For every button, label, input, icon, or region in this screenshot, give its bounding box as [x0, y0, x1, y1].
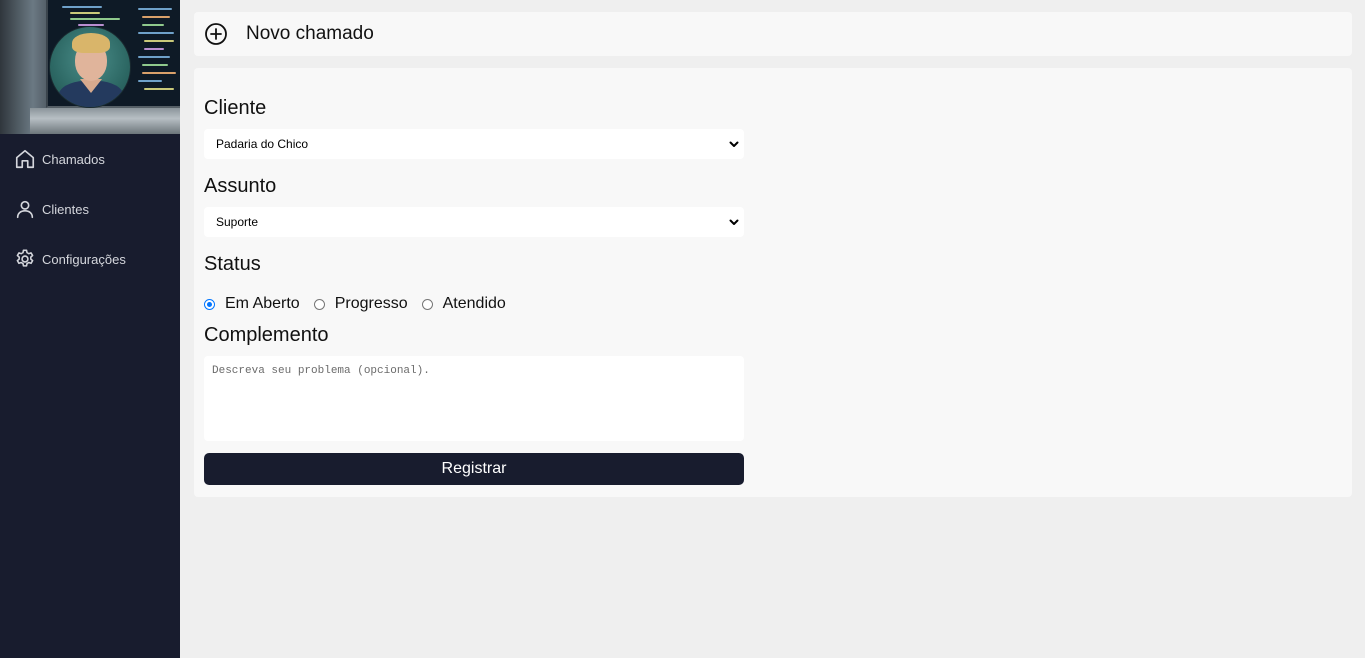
sidebar-item-label: Clientes — [42, 201, 89, 217]
sidebar-item-configuracoes[interactable]: Configurações — [0, 244, 180, 274]
cliente-label: Cliente — [204, 97, 267, 119]
status-label: Status — [204, 253, 261, 275]
sidebar-banner — [0, 0, 180, 134]
radio-label: Progresso — [334, 295, 408, 312]
complemento-placeholder: Descreva seu problema (opcional). — [212, 365, 430, 377]
radio-button[interactable] — [421, 298, 433, 310]
radio-label: Atendido — [442, 295, 506, 312]
complemento-label: Complemento — [204, 324, 329, 346]
cliente-select[interactable]: Padaria do Chico — [204, 129, 744, 159]
home-icon — [15, 149, 35, 169]
radio-button-checked[interactable] — [204, 298, 215, 310]
page-header: Novo chamado — [194, 12, 1352, 56]
sidebar-item-chamados[interactable]: Chamados — [0, 144, 180, 174]
assunto-select[interactable]: Suporte — [204, 207, 744, 237]
assunto-selected-value: Suporte — [216, 215, 259, 229]
chevron-down-icon — [729, 141, 739, 147]
avatar[interactable] — [49, 26, 131, 108]
sidebar-nav: Chamados Clientes Configurações — [0, 144, 180, 274]
registrar-button[interactable]: Registrar — [204, 453, 744, 485]
sidebar-item-label: Chamados — [42, 151, 105, 167]
sidebar: Chamados Clientes Configurações — [0, 0, 180, 658]
status-radio-group: Em Aberto Progresso Atendido — [204, 292, 1342, 316]
radio-label: Em Aberto — [225, 295, 300, 312]
status-radio-progresso[interactable]: Progresso — [313, 295, 408, 313]
status-radio-atendido[interactable]: Atendido — [421, 295, 506, 313]
complemento-textarea[interactable]: Descreva seu problema (opcional). — [204, 356, 744, 441]
status-radio-em-aberto[interactable]: Em Aberto — [204, 295, 300, 313]
gear-icon — [16, 249, 34, 267]
user-icon — [16, 200, 34, 219]
chevron-down-icon — [729, 219, 739, 225]
page-title: Novo chamado — [246, 23, 374, 44]
assunto-label: Assunto — [204, 175, 277, 197]
sidebar-item-label: Configurações — [42, 251, 126, 267]
new-ticket-form: Cliente Padaria do Chico Assunto Suporte… — [194, 68, 1352, 497]
cliente-selected-value: Padaria do Chico — [216, 137, 309, 151]
registrar-button-label: Registrar — [441, 460, 507, 477]
radio-button[interactable] — [313, 298, 325, 310]
plus-circle-icon — [205, 23, 227, 45]
sidebar-item-clientes[interactable]: Clientes — [0, 194, 180, 224]
